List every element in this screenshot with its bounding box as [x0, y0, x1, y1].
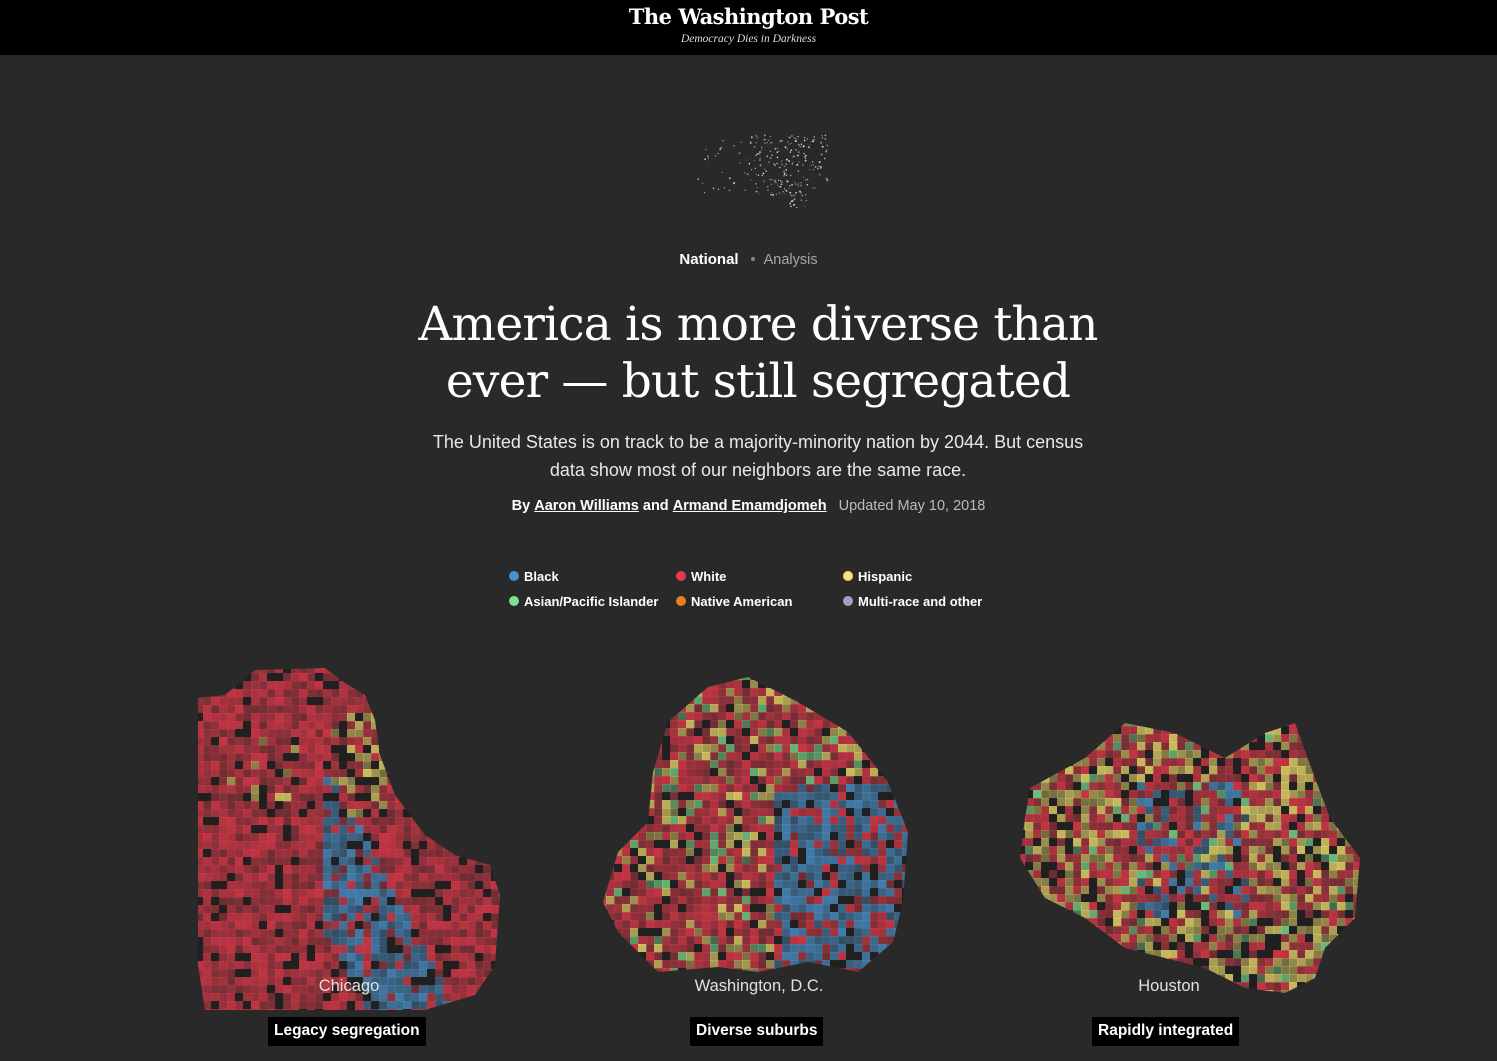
legend-item-native-american: Native American: [676, 593, 843, 609]
site-tagline: Democracy Dies in Darkness: [680, 33, 817, 45]
legend-item-hispanic: Hispanic: [843, 568, 1009, 584]
legend-swatch-multi-race: [843, 596, 853, 606]
masthead: The Washington Post Democracy Dies in Da…: [0, 0, 1497, 55]
article-kicker: National Analysis: [0, 251, 1497, 268]
us-dot-map-icon: [697, 134, 829, 209]
legend-label: White: [691, 568, 727, 584]
updated-timestamp: Updated May 10, 2018: [838, 498, 986, 514]
legend-swatch-hispanic: [843, 571, 853, 581]
legend-swatch-native-american: [676, 596, 686, 606]
tag-rapidly-integrated[interactable]: Rapidly integrated: [1092, 1017, 1240, 1046]
byline: By Aaron Williams and Armand Emamdjomeh …: [0, 498, 1497, 514]
headline-line-2: ever — but still segregated: [445, 354, 1071, 409]
washington-dc-dot-map[interactable]: [598, 672, 918, 1017]
section-link[interactable]: National: [679, 251, 738, 268]
legend-item-white: White: [676, 568, 843, 584]
dek-line-2: data show most of our neighbors are the …: [549, 460, 967, 480]
tag-diverse-suburbs[interactable]: Diverse suburbs: [690, 1017, 824, 1046]
legend-label: Asian/Pacific Islander: [524, 593, 659, 609]
legend-swatch-asian: [509, 596, 519, 606]
legend-label: Native American: [691, 593, 793, 609]
houston-dot-map[interactable]: [985, 718, 1363, 1003]
author-link-armand-emamdjomeh[interactable]: Armand Emamdjomeh: [673, 498, 827, 514]
byline-by: By: [511, 498, 531, 514]
author-link-aaron-williams[interactable]: Aaron Williams: [534, 498, 639, 514]
map-label-chicago: Chicago: [318, 977, 380, 995]
legend-item-asian: Asian/Pacific Islander: [509, 593, 676, 609]
chicago-dot-map[interactable]: [195, 665, 505, 1010]
legend-label: Multi-race and other: [858, 593, 983, 609]
article-type-label: Analysis: [763, 252, 818, 268]
legend-label: Hispanic: [858, 568, 913, 584]
dek-line-1: The United States is on track to be a ma…: [432, 432, 1084, 452]
tag-legacy-segregation[interactable]: Legacy segregation: [268, 1017, 426, 1046]
page-title: America is more diverse than ever — but …: [398, 296, 1118, 410]
legend-item-multi-race: Multi-race and other: [843, 593, 1009, 609]
legend-swatch-black: [509, 571, 519, 581]
byline-and: and: [642, 498, 669, 514]
legend-swatch-white: [676, 571, 686, 581]
headline-line-1: America is more diverse than: [418, 297, 1098, 352]
map-label-washington-dc: Washington, D.C.: [694, 977, 824, 995]
separator-dot-icon: [750, 257, 755, 261]
article-dek: The United States is on track to be a ma…: [398, 428, 1118, 484]
legend-label: Black: [524, 568, 559, 584]
race-legend: Black White Hispanic Asian/Pacific Islan…: [509, 568, 1009, 609]
map-label-houston: Houston: [1138, 977, 1200, 995]
site-logo[interactable]: The Washington Post: [0, 4, 1497, 29]
legend-item-black: Black: [509, 568, 676, 584]
